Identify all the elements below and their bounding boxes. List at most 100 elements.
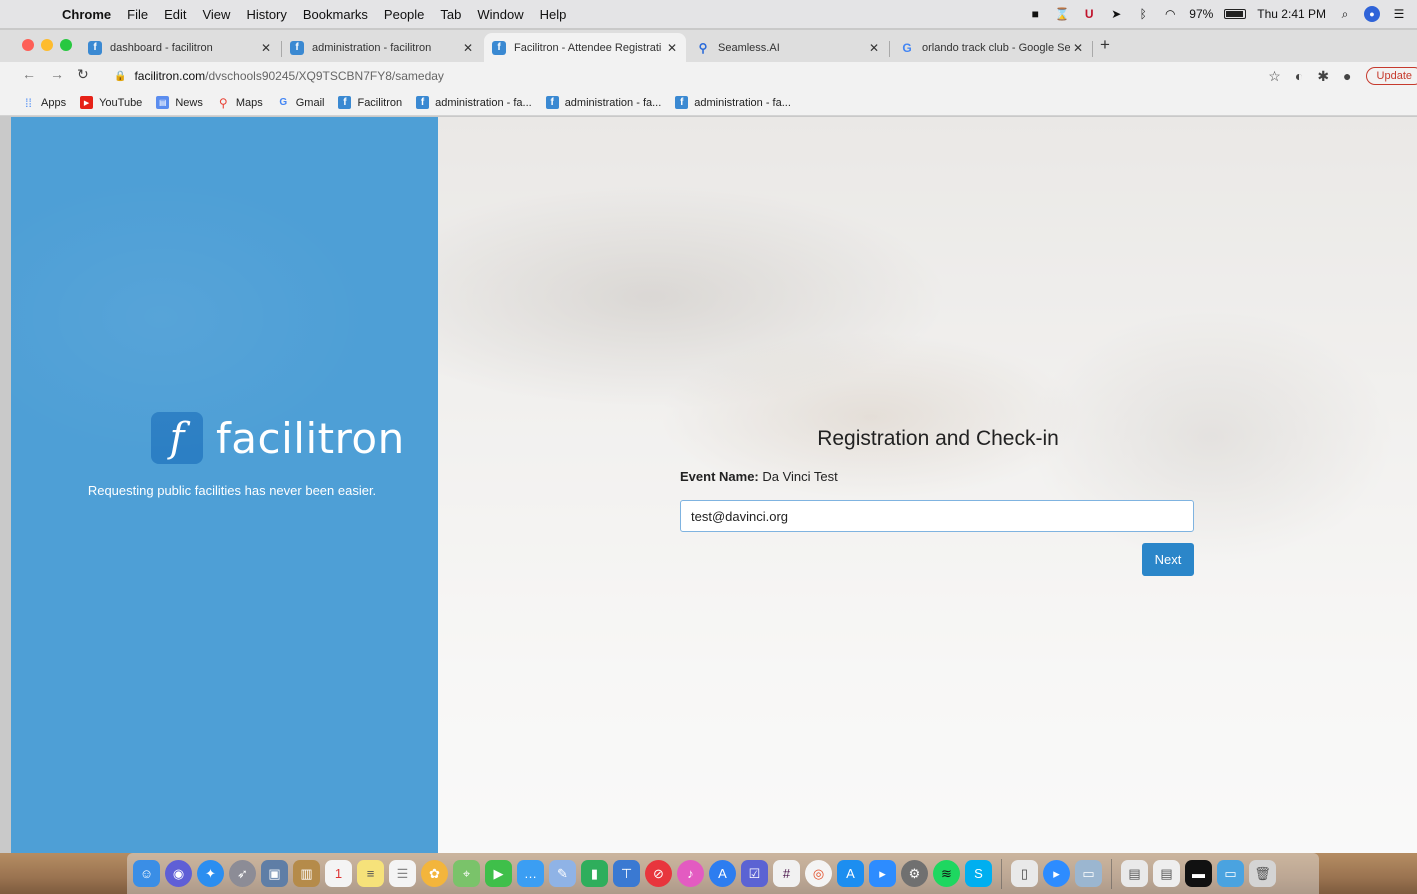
menu-view[interactable]: View (202, 7, 230, 22)
safari-icon[interactable]: ✦ (197, 860, 224, 887)
notes-icon[interactable]: ≡ (357, 860, 384, 887)
keynote-icon[interactable]: ⊤ (613, 860, 640, 887)
bookmark-youtube[interactable]: ▶ YouTube (80, 96, 142, 109)
maps-icon[interactable]: ⌖ (453, 860, 480, 887)
zoom-window-button[interactable] (60, 39, 72, 51)
terminal-icon[interactable]: ▬ (1185, 860, 1212, 887)
preview-icon[interactable]: ▣ (261, 860, 288, 887)
tab-divider (889, 41, 890, 57)
photos-icon[interactable]: ✿ (421, 860, 448, 887)
tab-google-search[interactable]: G orlando track club - Google Se ✕ (892, 33, 1092, 62)
file-icon[interactable]: ▤ (1121, 860, 1148, 887)
menu-bookmarks[interactable]: Bookmarks (303, 7, 368, 22)
music-icon[interactable]: ♪ (677, 860, 704, 887)
close-tab-icon[interactable]: ✕ (866, 41, 882, 55)
reminders-icon[interactable]: ☰ (389, 860, 416, 887)
bookmark-administration-3[interactable]: f administration - fa... (675, 96, 791, 109)
menu-edit[interactable]: Edit (164, 7, 186, 22)
window-thumbnail-icon[interactable]: ▭ (1217, 860, 1244, 887)
back-arrow-icon[interactable]: ← (22, 66, 36, 82)
lock-icon[interactable]: 🔒 (114, 71, 126, 82)
bookmark-facilitron[interactable]: f Facilitron (338, 96, 402, 109)
tab-seamless-ai[interactable]: ⚲ Seamless.AI ✕ (688, 33, 888, 62)
bookmark-maps[interactable]: ⚲ Maps (217, 95, 263, 110)
spotlight-search-icon[interactable]: ⌕ (1337, 6, 1353, 22)
profile-avatar-icon[interactable]: ● (1343, 68, 1351, 84)
file-2-icon[interactable]: ▤ (1153, 860, 1180, 887)
next-button[interactable]: Next (1142, 543, 1194, 576)
bookmark-administration-1[interactable]: f administration - fa... (416, 96, 532, 109)
bookmark-administration-2[interactable]: f administration - fa... (545, 96, 661, 109)
extension-circle-icon[interactable]: ◐ (1295, 68, 1303, 84)
system-preferences-icon[interactable]: ⚙ (901, 860, 928, 887)
maps-pin-icon: ⚲ (218, 95, 228, 110)
bookmark-star-icon[interactable]: ☆ (1268, 68, 1281, 85)
email-input[interactable] (680, 500, 1194, 532)
wifi-icon[interactable]: ◠ (1162, 6, 1178, 22)
document-icon[interactable]: ▯ (1011, 860, 1038, 887)
notefile-icon[interactable]: ▥ (293, 860, 320, 887)
siri-icon[interactable]: ● (1364, 6, 1380, 22)
bookmark-news[interactable]: ▤ News (156, 96, 203, 109)
bluetooth-icon[interactable]: ᛒ (1135, 6, 1151, 22)
bookmark-gmail[interactable]: G Gmail (277, 96, 325, 109)
forward-arrow-icon[interactable]: → (50, 66, 64, 82)
notification-center-icon[interactable]: ☰ (1391, 6, 1407, 22)
bookmark-apps[interactable]: ⁞⁞ Apps (22, 96, 66, 110)
slack-icon[interactable]: # (773, 860, 800, 887)
launchpad-icon[interactable]: ➶ (229, 860, 256, 887)
screenshot-icon[interactable]: ▭ (1075, 860, 1102, 887)
facilitron-logo: f facilitron (151, 412, 405, 464)
battery-icon[interactable] (1224, 9, 1247, 19)
tab-dashboard[interactable]: f dashboard - facilitron ✕ (80, 33, 280, 62)
omnifocus-icon[interactable]: ☑ (741, 860, 768, 887)
finder-icon[interactable]: ☺ (133, 860, 160, 887)
menu-app-name[interactable]: Chrome (62, 7, 111, 22)
menu-file[interactable]: File (127, 7, 148, 22)
browser-toolbar: ← → ↻ 🔒 facilitron.com/dvschools90245/XQ… (0, 62, 1417, 90)
screen-record-icon[interactable]: ■ (1027, 6, 1043, 22)
facetime-icon[interactable]: ▶ (485, 860, 512, 887)
close-window-button[interactable] (22, 39, 34, 51)
numbers-icon[interactable]: ▮ (581, 860, 608, 887)
reload-icon[interactable]: ↻ (77, 66, 89, 83)
menu-tab[interactable]: Tab (440, 7, 461, 22)
hourglass-icon[interactable]: ⌛ (1054, 6, 1070, 22)
menu-history[interactable]: History (246, 7, 286, 22)
location-icon[interactable]: ➤ (1108, 6, 1124, 22)
pages-icon[interactable]: ✎ (549, 860, 576, 887)
bookmark-label: Gmail (295, 96, 325, 109)
zoom-icon[interactable]: ▸ (869, 860, 896, 887)
spotify-icon[interactable]: ≋ (933, 860, 960, 887)
siri-icon[interactable]: ◉ (165, 860, 192, 887)
address-bar[interactable]: 🔒 facilitron.com/dvschools90245/XQ9TSCBN… (104, 64, 1274, 88)
menu-people[interactable]: People (384, 7, 424, 22)
tab-attendee-registration[interactable]: f Facilitron - Attendee Registrati ✕ (484, 33, 686, 62)
app-store-icon[interactable]: A (709, 860, 736, 887)
mcafee-icon[interactable]: U (1081, 6, 1097, 22)
battery-percent[interactable]: 97% (1189, 7, 1213, 21)
chrome-icon[interactable]: ◎ (805, 860, 832, 887)
close-tab-icon[interactable]: ✕ (664, 41, 680, 55)
bookmark-label: YouTube (99, 96, 143, 109)
close-tab-icon[interactable]: ✕ (258, 41, 274, 55)
minimize-window-button[interactable] (41, 39, 53, 51)
skype-icon[interactable]: S (965, 860, 992, 887)
menu-help[interactable]: Help (540, 7, 567, 22)
trash-icon[interactable]: 🗑 (1249, 860, 1276, 887)
event-name-label: Event Name: (680, 469, 759, 484)
news-app-icon[interactable]: ⊘ (645, 860, 672, 887)
extensions-puzzle-icon[interactable]: ✱ (1317, 68, 1329, 85)
close-tab-icon[interactable]: ✕ (1070, 41, 1086, 55)
close-tab-icon[interactable]: ✕ (460, 41, 476, 55)
tab-administration[interactable]: f administration - facilitron ✕ (282, 33, 482, 62)
update-chrome-button[interactable]: Update (1365, 67, 1417, 85)
app-store-2-icon[interactable]: A (837, 860, 864, 887)
facilitron-icon: f (675, 96, 689, 109)
new-tab-icon[interactable]: + (1100, 35, 1110, 55)
messages-icon[interactable]: … (517, 860, 544, 887)
menu-window[interactable]: Window (477, 7, 523, 22)
clock[interactable]: Thu 2:41 PM (1257, 7, 1326, 21)
calendar-icon[interactable]: 1 (325, 860, 352, 887)
zoom-meeting-icon[interactable]: ▸ (1043, 860, 1070, 887)
